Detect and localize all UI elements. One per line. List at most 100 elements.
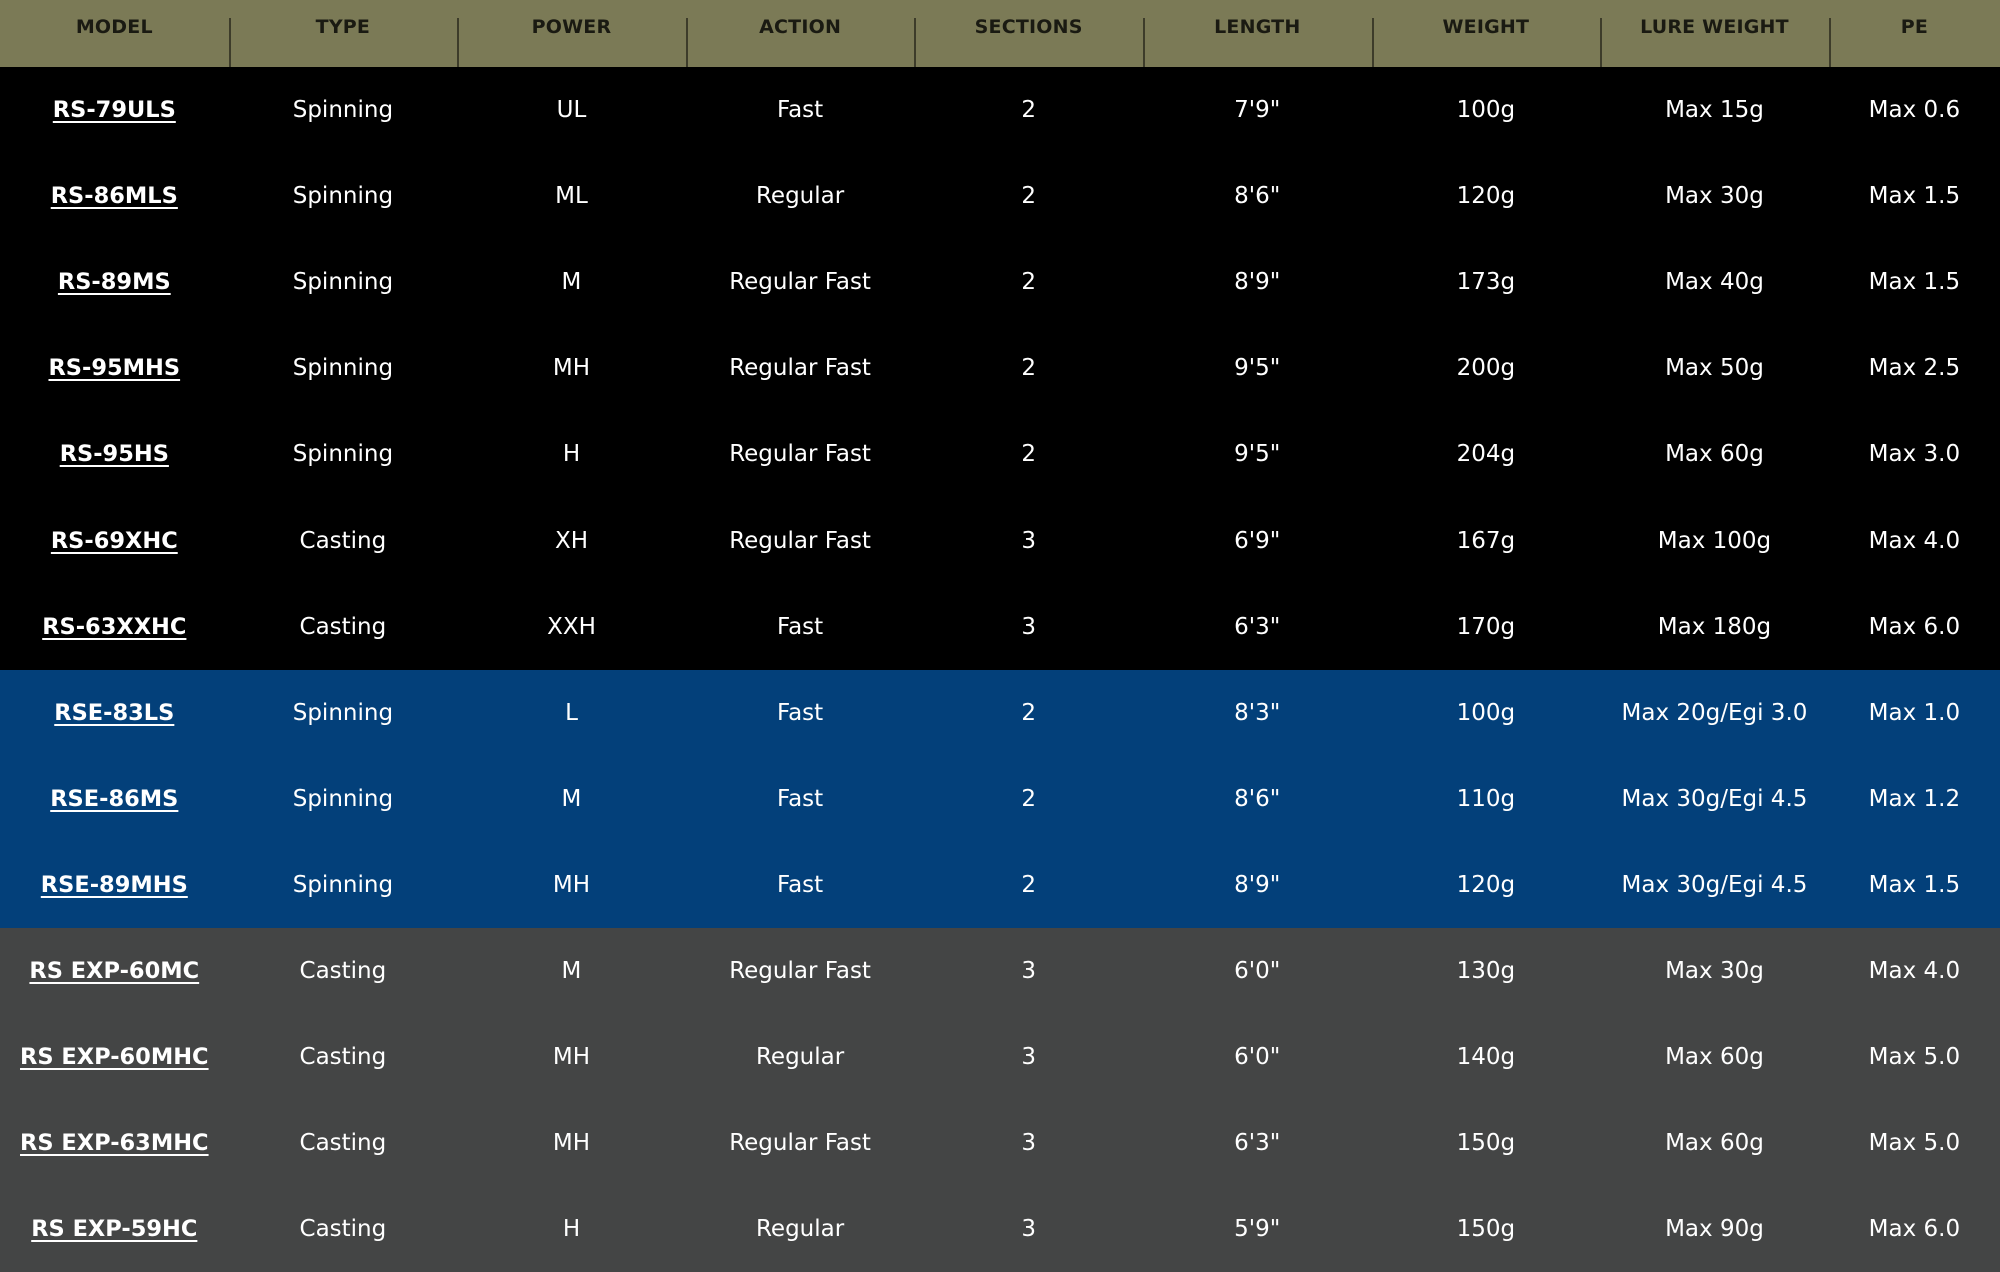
- cell-model: RS EXP-60MC: [0, 927, 229, 1015]
- cell-lure-weight: Max 30g/Egi 4.5: [1600, 841, 1829, 928]
- model-link[interactable]: RSE-86MS: [50, 786, 178, 812]
- cell-model: RS EXP-63MHC: [0, 1100, 229, 1187]
- table-row: RS EXP-59HC Casting H Regular 3 5'9" 150g Max 9…: [0, 1186, 2000, 1272]
- cell-type: Casting: [228, 1186, 458, 1272]
- header-action: ACTION: [685, 0, 915, 67]
- cell-type: Casting: [228, 583, 458, 670]
- model-link[interactable]: RS-89MS: [58, 269, 171, 295]
- cell-sections: 2: [914, 841, 1143, 928]
- model-link[interactable]: RSE-89MHS: [41, 872, 188, 898]
- model-link[interactable]: RS-63XXHC: [42, 614, 186, 640]
- cell-type: Spinning: [228, 841, 458, 928]
- cell-action: Fast: [685, 841, 915, 928]
- cell-type: Spinning: [228, 669, 458, 756]
- cell-lure-weight: Max 20g/Egi 3.0: [1600, 669, 1829, 756]
- cell-model: RS-95HS: [0, 411, 229, 498]
- cell-weight: 130g: [1371, 927, 1601, 1015]
- cell-length: 6'0": [1142, 1014, 1372, 1101]
- table-row: RS-95MHS Spinning MH Regular Fast 2 9'5" 200g M…: [0, 325, 2000, 412]
- cell-model: RS-95MHS: [0, 325, 229, 412]
- cell-pe: Max 1.2: [1828, 755, 2000, 842]
- cell-action: Regular Fast: [685, 927, 915, 1015]
- table-row: RS-86MLS Spinning ML Regular 2 8'6" 120g Max 30…: [0, 153, 2000, 240]
- cell-lure-weight: Max 100g: [1600, 497, 1829, 584]
- cell-power: H: [457, 411, 686, 498]
- cell-length: 6'0": [1142, 927, 1372, 1015]
- header-sections: SECTIONS: [914, 0, 1143, 67]
- cell-pe: Max 1.5: [1828, 239, 2000, 326]
- cell-pe: Max 0.6: [1828, 67, 2000, 154]
- cell-weight: 204g: [1371, 411, 1601, 498]
- rod-spec-table: MODEL TYPE POWER ACTION SECTIONS LENGTH …: [0, 0, 2000, 1272]
- cell-weight: 167g: [1371, 497, 1601, 584]
- cell-type: Casting: [228, 1100, 458, 1187]
- model-link[interactable]: RS-79ULS: [53, 97, 176, 123]
- cell-length: 8'3": [1142, 669, 1372, 756]
- cell-model: RS EXP-60MHC: [0, 1014, 229, 1101]
- cell-model: RS-63XXHC: [0, 583, 229, 670]
- cell-lure-weight: Max 180g: [1600, 583, 1829, 670]
- model-link[interactable]: RS-86MLS: [51, 183, 178, 209]
- cell-lure-weight: Max 40g: [1600, 239, 1829, 326]
- cell-action: Regular Fast: [685, 1100, 915, 1187]
- cell-type: Spinning: [228, 153, 458, 240]
- cell-type: Casting: [228, 497, 458, 584]
- cell-power: H: [457, 1186, 686, 1272]
- cell-power: ML: [457, 153, 686, 240]
- table-row: RSE-89MHS Spinning MH Fast 2 8'9" 120g Max 30g/…: [0, 841, 2000, 928]
- cell-lure-weight: Max 50g: [1600, 325, 1829, 412]
- cell-power: L: [457, 669, 686, 756]
- cell-pe: Max 3.0: [1828, 411, 2000, 498]
- cell-power: M: [457, 927, 686, 1015]
- cell-length: 6'3": [1142, 583, 1372, 670]
- cell-power: MH: [457, 841, 686, 928]
- cell-action: Regular: [685, 153, 915, 240]
- cell-model: RS-69XHC: [0, 497, 229, 584]
- cell-sections: 2: [914, 153, 1143, 240]
- cell-model: RSE-83LS: [0, 669, 229, 756]
- cell-length: 8'6": [1142, 755, 1372, 842]
- header-pe: PE: [1828, 0, 2000, 67]
- cell-action: Regular Fast: [685, 497, 915, 584]
- model-link[interactable]: RS EXP-60MC: [29, 958, 199, 984]
- cell-pe: Max 2.5: [1828, 325, 2000, 412]
- model-link[interactable]: RS EXP-59HC: [31, 1216, 197, 1242]
- model-link[interactable]: RS-95HS: [60, 441, 169, 467]
- table-row: RS-63XXHC Casting XXH Fast 3 6'3" 170g Max 180g…: [0, 583, 2000, 670]
- cell-action: Regular Fast: [685, 239, 915, 326]
- cell-weight: 150g: [1371, 1100, 1601, 1187]
- cell-sections: 3: [914, 927, 1143, 1015]
- model-link[interactable]: RS-95MHS: [48, 355, 180, 381]
- cell-type: Casting: [228, 927, 458, 1015]
- cell-action: Regular: [685, 1014, 915, 1101]
- cell-type: Spinning: [228, 325, 458, 412]
- cell-sections: 2: [914, 755, 1143, 842]
- cell-weight: 173g: [1371, 239, 1601, 326]
- model-link[interactable]: RS EXP-63MHC: [20, 1130, 209, 1156]
- cell-sections: 2: [914, 67, 1143, 154]
- table-row: RS-79ULS Spinning UL Fast 2 7'9" 100g Max 15g Ma…: [0, 67, 2000, 154]
- cell-weight: 170g: [1371, 583, 1601, 670]
- header-row: MODEL TYPE POWER ACTION SECTIONS LENGTH …: [0, 0, 2000, 67]
- cell-power: MH: [457, 1014, 686, 1101]
- cell-weight: 120g: [1371, 153, 1601, 240]
- model-link[interactable]: RSE-83LS: [54, 700, 174, 726]
- cell-lure-weight: Max 60g: [1600, 411, 1829, 498]
- cell-model: RSE-89MHS: [0, 841, 229, 928]
- model-link[interactable]: RS-69XHC: [51, 528, 178, 554]
- cell-length: 6'9": [1142, 497, 1372, 584]
- cell-model: RS-79ULS: [0, 67, 229, 154]
- cell-sections: 3: [914, 1100, 1143, 1187]
- cell-lure-weight: Max 30g/Egi 4.5: [1600, 755, 1829, 842]
- cell-sections: 2: [914, 411, 1143, 498]
- cell-weight: 200g: [1371, 325, 1601, 412]
- header-model: MODEL: [0, 0, 229, 67]
- header-weight: WEIGHT: [1371, 0, 1601, 67]
- cell-power: MH: [457, 325, 686, 412]
- cell-pe: Max 1.5: [1828, 153, 2000, 240]
- cell-lure-weight: Max 60g: [1600, 1100, 1829, 1187]
- model-link[interactable]: RS EXP-60MHC: [20, 1044, 209, 1070]
- cell-length: 6'3": [1142, 1100, 1372, 1187]
- cell-action: Regular: [685, 1186, 915, 1272]
- cell-action: Regular Fast: [685, 325, 915, 412]
